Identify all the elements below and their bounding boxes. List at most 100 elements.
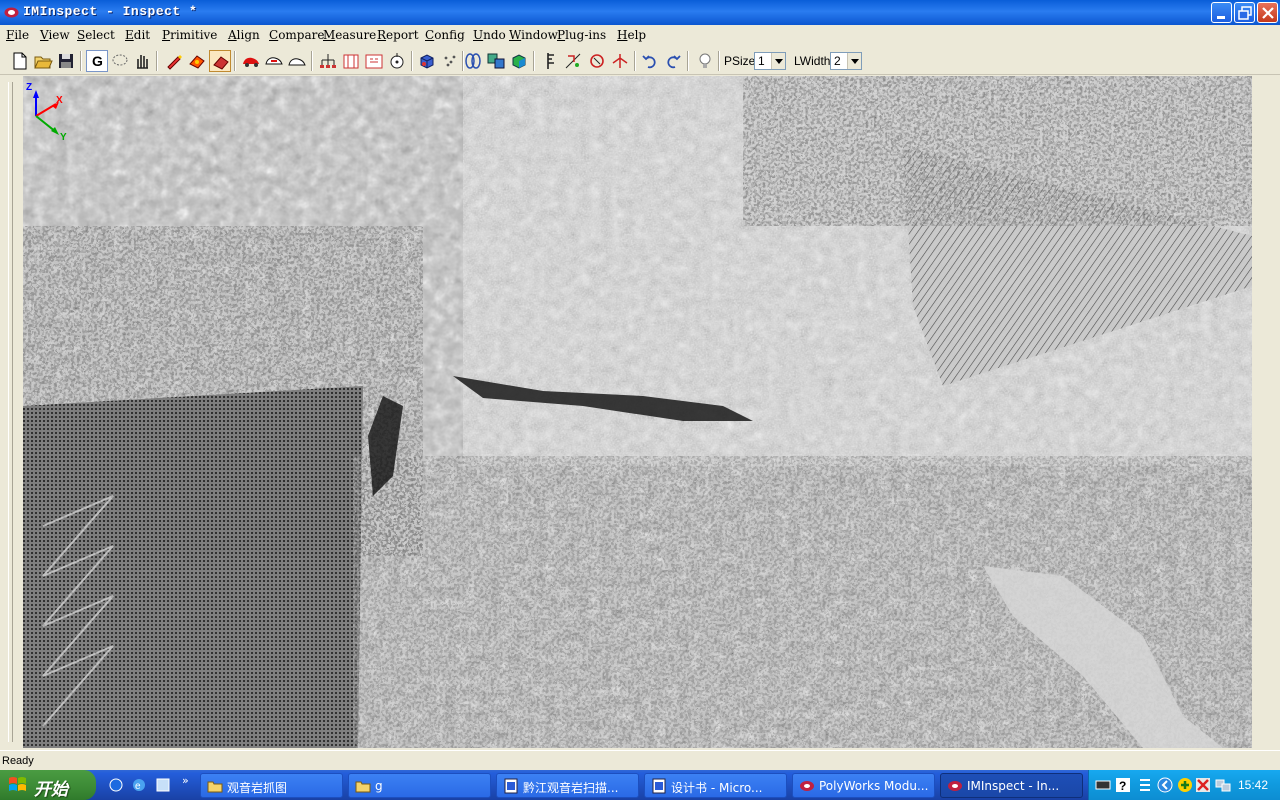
menu-view[interactable]: View [40, 28, 70, 42]
points-button[interactable] [439, 50, 461, 72]
fit-button[interactable] [562, 50, 584, 72]
keyboard-icon[interactable] [1095, 777, 1111, 793]
arrows-button[interactable] [609, 50, 631, 72]
menu-compare[interactable]: Compare [269, 28, 324, 42]
point-cloud-render [23, 76, 1252, 748]
quick-launch-chevron-icon[interactable]: » [182, 774, 189, 787]
window-title: IMInspect - Inspect * [23, 4, 198, 19]
toolbar-separator [533, 51, 535, 71]
start-label: 开始 [34, 780, 68, 800]
redo-button[interactable] [662, 50, 684, 72]
svg-text:e: e [135, 781, 141, 792]
svg-text:?: ? [1119, 779, 1126, 793]
cylinders-icon [465, 53, 481, 69]
task-polyworks[interactable]: PolyWorks Modu... [792, 773, 935, 798]
tray-add-icon[interactable] [1177, 777, 1193, 793]
psize-select[interactable]: 1 [754, 52, 786, 70]
minimize-button[interactable] [1211, 2, 1232, 23]
shape-button-2[interactable] [209, 50, 231, 72]
g-mode-button[interactable]: G [86, 50, 108, 72]
column-button[interactable] [340, 50, 362, 72]
menu-report[interactable]: Report [377, 28, 419, 42]
axis-x-label: X [56, 95, 63, 106]
lasso-button[interactable] [109, 50, 131, 72]
psize-value: 1 [758, 54, 765, 68]
measure-button[interactable] [539, 50, 561, 72]
lasso-icon [112, 54, 128, 66]
menu-primitive[interactable]: Primitive [162, 28, 217, 42]
cube-button[interactable] [416, 50, 438, 72]
colored-cube-button[interactable] [508, 50, 530, 72]
close-button[interactable] [1257, 2, 1278, 23]
task-label: 观音岩抓图 [227, 781, 288, 795]
ie-icon[interactable]: e [131, 777, 147, 793]
lwidth-select[interactable]: 2 [830, 52, 862, 70]
maximize-button[interactable] [1234, 2, 1255, 23]
desktop-icon[interactable] [108, 777, 124, 793]
target-icon [390, 53, 404, 69]
column-button-2[interactable] [363, 50, 385, 72]
axis-z-label: Z [26, 82, 33, 93]
title-bar[interactable]: IMInspect - Inspect * [0, 0, 1280, 25]
open-button[interactable] [32, 50, 54, 72]
toolbar-separator [311, 51, 313, 71]
menu-file[interactable]: File [6, 28, 29, 42]
menu-window[interactable]: Window [509, 28, 558, 42]
car-outline-button[interactable] [263, 50, 285, 72]
task-label: 黔江观音岩扫描... [523, 781, 619, 795]
marker-button[interactable] [163, 50, 185, 72]
task-folder-1[interactable]: 观音岩抓图 [200, 773, 343, 798]
task-document-1[interactable]: 黔江观音岩扫描... [496, 773, 639, 798]
red-car-button[interactable] [240, 50, 262, 72]
tray-back-icon[interactable] [1157, 777, 1173, 793]
task-document-2[interactable]: 设计书 - Micro... [644, 773, 787, 798]
column-icon-2 [365, 54, 383, 69]
folder-icon [355, 781, 371, 793]
menu-bar: File View Select Edit Primitive Align Co… [0, 25, 1280, 47]
cylinders-button[interactable] [462, 50, 484, 72]
menu-select[interactable]: Select [77, 28, 115, 42]
menu-align[interactable]: Align [228, 28, 260, 42]
task-iminspect[interactable]: IMInspect - In... [940, 773, 1083, 798]
toolbar-separator [411, 51, 413, 71]
menu-edit[interactable]: Edit [125, 28, 150, 42]
menu-config[interactable]: Config [425, 28, 465, 42]
task-label: IMInspect - In... [967, 779, 1060, 793]
clock: 15:42 [1237, 778, 1268, 792]
car-outline-button-2[interactable] [286, 50, 308, 72]
marker-icon [167, 55, 182, 70]
shape-button[interactable] [186, 50, 208, 72]
chevron-down-icon [847, 53, 861, 69]
3d-viewport[interactable]: Z X Y [23, 76, 1252, 748]
menu-plugins[interactable]: Plug-ins [557, 28, 606, 42]
fit-icon [565, 53, 581, 69]
scan-grid-wall [23, 386, 363, 748]
bulb-button[interactable] [694, 50, 716, 72]
arrows-icon [612, 54, 628, 68]
task-folder-2[interactable]: g [348, 773, 491, 798]
rotate-button[interactable] [586, 50, 608, 72]
menu-measure[interactable]: Measure [323, 28, 376, 42]
save-button[interactable] [55, 50, 77, 72]
menu-help[interactable]: Help [617, 28, 646, 42]
compare-button[interactable] [485, 50, 507, 72]
network-icon[interactable] [1215, 777, 1231, 793]
menu-undo[interactable]: Undo [473, 28, 506, 42]
folder-icon [207, 781, 223, 793]
tray-menu-icon[interactable] [1137, 777, 1153, 793]
restore-icon [1238, 6, 1252, 20]
undo-button[interactable] [639, 50, 661, 72]
start-button[interactable]: 开始 [0, 770, 96, 800]
new-button[interactable] [9, 50, 31, 72]
dock-grip[interactable] [8, 82, 13, 742]
help-icon[interactable]: ? [1115, 777, 1131, 793]
media-icon[interactable] [155, 777, 171, 793]
close-icon [1262, 7, 1274, 19]
undo-icon [642, 55, 656, 69]
pan-button[interactable] [131, 50, 153, 72]
tree-button[interactable] [317, 50, 339, 72]
red-car-icon [243, 57, 259, 67]
target-button[interactable] [386, 50, 408, 72]
antivirus-icon[interactable] [1195, 777, 1211, 793]
app-window: IMInspect - Inspect * File View Select E… [0, 0, 1280, 770]
